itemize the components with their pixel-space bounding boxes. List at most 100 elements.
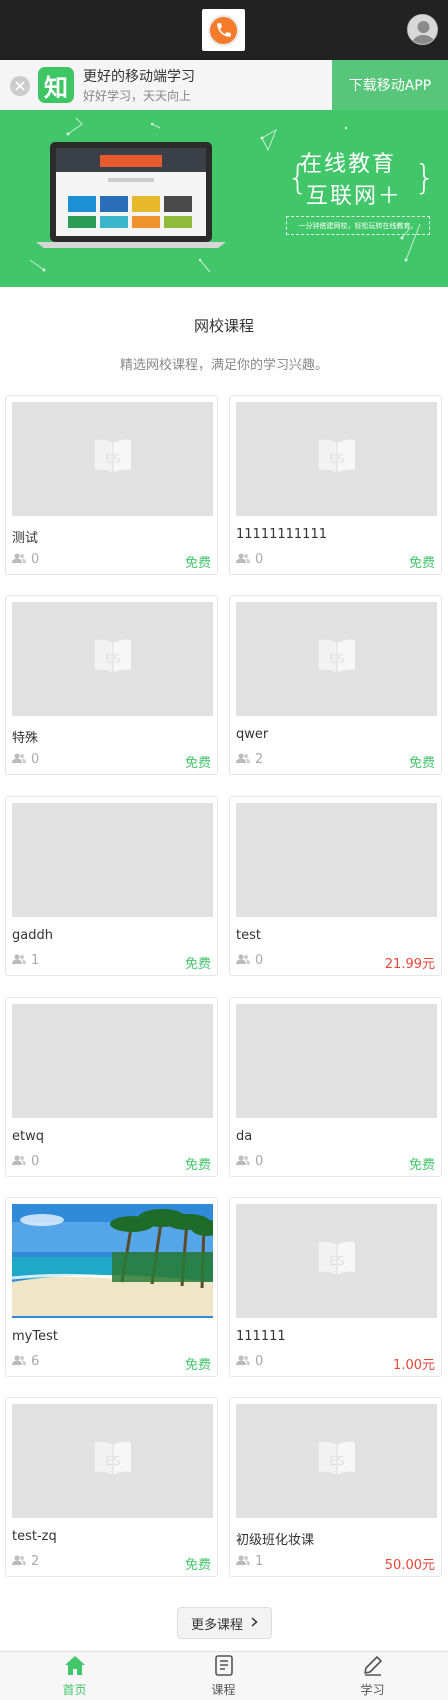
course-card[interactable]: ES 111111 0 1.00元 <box>229 1197 442 1377</box>
course-thumbnail[interactable] <box>12 1204 213 1318</box>
course-card[interactable]: ES 初级班化妆课 1 50.00元 <box>229 1397 442 1577</box>
course-thumbnail[interactable] <box>12 803 213 917</box>
course-thumbnail[interactable]: ES <box>12 402 213 516</box>
student-count: 0 <box>12 552 39 567</box>
course-card[interactable]: ES qwer 2 免费 <box>229 595 442 775</box>
users-icon <box>12 1154 26 1169</box>
course-price: 免费 <box>184 756 211 771</box>
student-count-value: 1 <box>255 1554 264 1569</box>
nav-label-study: 学习 <box>360 1683 385 1697</box>
svg-text:ES: ES <box>105 1454 120 1468</box>
close-icon[interactable] <box>10 76 30 96</box>
user-avatar-icon[interactable] <box>407 14 438 45</box>
hero-title-line1: 在线教育 <box>300 152 397 177</box>
course-title[interactable]: test <box>236 928 261 943</box>
phone-logo-icon <box>208 14 239 46</box>
course-price: 免费 <box>184 957 211 972</box>
student-count-value: 0 <box>255 1354 264 1369</box>
course-thumbnail[interactable]: ES <box>12 602 213 716</box>
nav-item-home[interactable]: 首页 <box>0 1652 149 1700</box>
bottom-nav: 首页 课程 学习 <box>0 1651 448 1700</box>
course-thumbnail[interactable]: ES <box>236 402 437 516</box>
home-icon <box>64 1655 86 1680</box>
site-logo[interactable] <box>202 9 245 51</box>
pencil-icon <box>362 1655 384 1680</box>
course-price: 1.00元 <box>393 1358 435 1373</box>
users-icon <box>12 1354 26 1369</box>
users-icon <box>236 752 250 767</box>
student-count: 0 <box>12 1154 39 1169</box>
course-thumbnail[interactable]: ES <box>236 1404 437 1518</box>
course-title[interactable]: test-zq <box>12 1529 57 1544</box>
users-icon <box>236 953 250 968</box>
beach-image <box>12 1204 213 1318</box>
student-count: 1 <box>236 1554 263 1569</box>
nav-item-study[interactable]: 学习 <box>298 1652 447 1700</box>
course-title[interactable]: etwq <box>12 1129 44 1144</box>
course-title[interactable]: 初级班化妆课 <box>236 1529 314 1548</box>
app-banner-title: 更好的移动端学习 <box>83 69 195 85</box>
course-thumbnail[interactable] <box>12 1004 213 1118</box>
course-price: 免费 <box>408 756 435 771</box>
course-card[interactable]: gaddh 1 免费 <box>5 796 218 976</box>
course-price: 50.00元 <box>384 1558 435 1573</box>
course-title[interactable]: gaddh <box>12 928 53 943</box>
course-title[interactable]: 特殊 <box>12 727 38 746</box>
users-icon <box>236 1154 250 1169</box>
nav-label-courses: 课程 <box>211 1683 236 1697</box>
student-count: 2 <box>236 752 263 767</box>
download-app-button[interactable]: 下载移动APP <box>332 60 448 110</box>
course-card[interactable]: ES test-zq 2 免费 <box>5 1397 218 1577</box>
course-thumbnail[interactable]: ES <box>236 1204 437 1318</box>
course-card[interactable]: ES 特殊 0 免费 <box>5 595 218 775</box>
book-placeholder-icon: ES <box>313 433 361 485</box>
svg-text:ES: ES <box>105 452 120 466</box>
course-card[interactable]: ES 测试 0 免费 <box>5 395 218 575</box>
users-icon <box>236 1354 250 1369</box>
student-count-value: 0 <box>31 552 40 567</box>
book-placeholder-icon: ES <box>313 1435 361 1487</box>
course-thumbnail[interactable]: ES <box>12 1404 213 1518</box>
course-title[interactable]: 111111 <box>236 1329 286 1344</box>
users-icon <box>12 1554 26 1569</box>
users-icon <box>12 552 26 567</box>
course-title[interactable]: qwer <box>236 727 268 742</box>
book-placeholder-icon: ES <box>313 1235 361 1287</box>
course-card[interactable]: test 0 21.99元 <box>229 796 442 976</box>
nav-label-home: 首页 <box>62 1683 87 1697</box>
hero-banner[interactable]: { 在线教育 互联网＋ } 一分钟搭建网校，轻松玩转在线教育。 <box>0 110 448 287</box>
student-count-value: 0 <box>255 1154 264 1169</box>
more-courses-button[interactable]: 更多课程 <box>177 1607 272 1639</box>
nav-item-courses[interactable]: 课程 <box>149 1652 298 1700</box>
course-card[interactable]: etwq 0 免费 <box>5 997 218 1177</box>
course-price: 21.99元 <box>384 957 435 972</box>
users-icon <box>12 752 26 767</box>
student-count-value: 1 <box>31 953 40 968</box>
book-icon <box>214 1655 234 1680</box>
course-title[interactable]: myTest <box>12 1329 58 1344</box>
course-price: 免费 <box>184 1358 211 1373</box>
student-count: 0 <box>236 1354 263 1369</box>
course-price: 免费 <box>184 1158 211 1173</box>
student-count: 0 <box>236 552 263 567</box>
app-banner-subtitle: 好好学习，天天向上 <box>83 89 192 103</box>
student-count: 6 <box>12 1354 39 1369</box>
course-thumbnail[interactable] <box>236 1004 437 1118</box>
student-count: 0 <box>236 1154 263 1169</box>
book-placeholder-icon: ES <box>89 1435 137 1487</box>
course-thumbnail[interactable] <box>236 803 437 917</box>
course-title[interactable]: 测试 <box>12 527 38 546</box>
course-card[interactable]: da 0 免费 <box>229 997 442 1177</box>
course-card[interactable]: myTest 6 免费 <box>5 1197 218 1377</box>
svg-text:ES: ES <box>329 1254 344 1268</box>
course-title[interactable]: 11111111111 <box>236 527 327 542</box>
hero-subtitle: 一分钟搭建网校，轻松玩转在线教育。 <box>286 216 430 235</box>
course-price: 免费 <box>184 556 211 571</box>
course-price: 免费 <box>408 1158 435 1173</box>
svg-text:ES: ES <box>105 652 120 666</box>
student-count-value: 0 <box>255 552 264 567</box>
course-title[interactable]: da <box>236 1129 252 1144</box>
users-icon <box>236 1554 250 1569</box>
course-thumbnail[interactable]: ES <box>236 602 437 716</box>
course-card[interactable]: ES 11111111111 0 免费 <box>229 395 442 575</box>
